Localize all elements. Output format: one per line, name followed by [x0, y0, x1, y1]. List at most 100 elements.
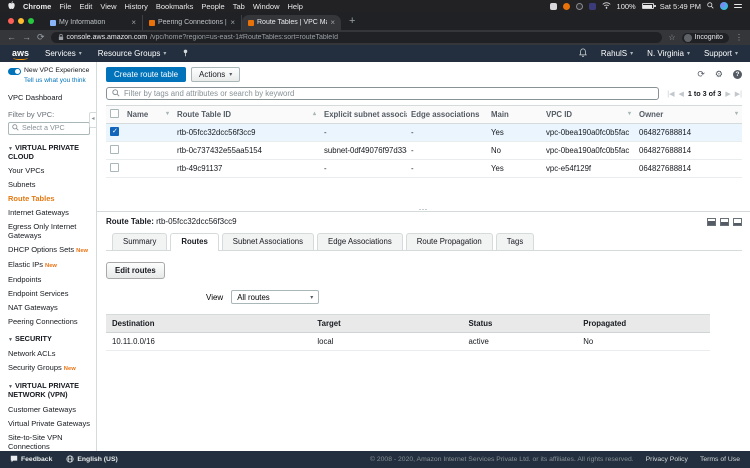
gear-icon[interactable]: ⚙: [715, 70, 723, 79]
feedback-link[interactable]: Feedback: [10, 455, 52, 465]
edit-routes-button[interactable]: Edit routes: [106, 262, 165, 279]
control-center-icon[interactable]: [734, 4, 742, 9]
drag-handle-icon[interactable]: ⋯: [419, 204, 429, 215]
help-icon[interactable]: ?: [733, 70, 742, 79]
sidebar-item-endpoints[interactable]: Endpoints: [8, 275, 92, 284]
terms-of-use-link[interactable]: Terms of Use: [700, 456, 740, 463]
browser-menu-icon[interactable]: ⋮: [735, 33, 743, 42]
col-vpc-id[interactable]: VPC ID▾: [542, 106, 635, 124]
sidebar-collapse-handle[interactable]: ◂: [89, 112, 96, 128]
col-main[interactable]: Main: [487, 106, 542, 124]
browser-tab-peering-connections[interactable]: Peering Connections | VPC Ma ×: [143, 15, 242, 30]
menu-window[interactable]: Window: [253, 2, 280, 11]
table-row[interactable]: rtb-0c737432e55aa5154 subnet-0df49076f97…: [106, 142, 742, 160]
sidebar-item-subnets[interactable]: Subnets: [8, 180, 92, 189]
wifi-icon[interactable]: [602, 2, 611, 11]
menu-edit[interactable]: Edit: [79, 2, 92, 11]
menu-tab[interactable]: Tab: [233, 2, 245, 11]
menubar-app-icon-3[interactable]: [576, 3, 583, 10]
address-bar[interactable]: console.aws.amazon.com/vpc/home?region=u…: [51, 32, 663, 43]
row-checkbox[interactable]: [110, 163, 119, 172]
tab-subnet-associations[interactable]: Subnet Associations: [222, 233, 314, 250]
menu-history[interactable]: History: [125, 2, 148, 11]
sidebar-item-virtual-private-gateways[interactable]: Virtual Private Gateways: [8, 419, 92, 428]
sidebar-item-site-to-site-vpn-connections[interactable]: Site-to-Site VPN Connections: [8, 433, 92, 451]
tab-routes[interactable]: Routes: [170, 233, 218, 251]
sidebar-item-route-tables[interactable]: Route Tables: [8, 194, 92, 203]
reload-icon[interactable]: ⟳: [37, 33, 45, 42]
sidebar-item-network-acls[interactable]: Network ACLs: [8, 349, 92, 358]
sidebar-item-internet-gateways[interactable]: Internet Gateways: [8, 208, 92, 217]
tab-edge-associations[interactable]: Edge Associations: [317, 233, 403, 250]
sidebar-item-security-groups[interactable]: Security GroupsNew: [8, 363, 92, 373]
tell-us-link[interactable]: Tell us what you think: [24, 77, 92, 85]
menu-view[interactable]: View: [100, 2, 116, 11]
close-tab-icon[interactable]: ×: [131, 18, 136, 27]
sidebar-item-dhcp-options-sets[interactable]: DHCP Options SetsNew: [8, 245, 92, 255]
table-row[interactable]: rtb-49c91137 - - Yes vpc-e54f129f 064827…: [106, 160, 742, 178]
browser-tab-my-information[interactable]: My Information ×: [44, 15, 143, 30]
menubar-app-icon-2[interactable]: [563, 3, 570, 10]
select-vpc-input[interactable]: Select a VPC: [8, 122, 90, 135]
menu-chrome[interactable]: Chrome: [23, 2, 51, 11]
back-icon[interactable]: ←: [7, 33, 16, 42]
nav-region[interactable]: N. Virginia ▾: [647, 49, 690, 58]
menubar-app-icon-4[interactable]: [589, 3, 596, 10]
close-tab-icon[interactable]: ×: [330, 18, 335, 27]
bookmark-star-icon[interactable]: ☆: [668, 33, 675, 42]
create-route-table-button[interactable]: Create route table: [106, 67, 186, 82]
privacy-policy-link[interactable]: Privacy Policy: [646, 456, 688, 463]
col-route-table-id[interactable]: Route Table ID▴: [173, 106, 320, 124]
view-dropdown[interactable]: All routes ▾: [231, 290, 319, 304]
layout-bottom-pane-icon[interactable]: [707, 218, 716, 226]
menu-bookmarks[interactable]: Bookmarks: [156, 2, 194, 11]
layout-hide-pane-icon[interactable]: [733, 218, 742, 226]
tab-tags[interactable]: Tags: [496, 233, 534, 250]
col-owner[interactable]: Owner▾: [635, 106, 742, 124]
sidebar-item-nat-gateways[interactable]: NAT Gateways: [8, 303, 92, 312]
new-vpc-experience-toggle[interactable]: New VPC Experience: [8, 67, 92, 75]
cell-vpc-link[interactable]: vpc-0bea190a0fc0b5fac: [542, 142, 635, 160]
spotlight-icon[interactable]: [707, 2, 714, 11]
col-explicit-subnet-association[interactable]: Explicit subnet association: [320, 106, 407, 124]
nav-support[interactable]: Support ▾: [704, 49, 738, 58]
siri-icon[interactable]: [720, 2, 728, 10]
next-page-icon[interactable]: ▶: [725, 90, 730, 98]
sidebar-item-vpc-dashboard[interactable]: VPC Dashboard: [8, 93, 92, 102]
nav-services[interactable]: Services ▾: [45, 49, 82, 58]
route-row[interactable]: 10.11.0.0/16 local active No: [106, 333, 710, 351]
nav-resource-groups[interactable]: Resource Groups ▾: [98, 49, 167, 58]
menu-help[interactable]: Help: [288, 2, 303, 11]
actions-button[interactable]: Actions ▾: [191, 67, 240, 82]
sidebar-item-your-vpcs[interactable]: Your VPCs: [8, 166, 92, 175]
minimize-window-button[interactable]: [18, 18, 24, 24]
sidebar-item-elastic-ips[interactable]: Elastic IPsNew: [8, 260, 92, 270]
row-checkbox[interactable]: [110, 145, 119, 154]
language-selector[interactable]: English (US): [66, 455, 117, 465]
sidebar-item-peering-connections[interactable]: Peering Connections: [8, 317, 92, 326]
nav-user[interactable]: RahulS ▾: [601, 49, 633, 58]
section-security[interactable]: ▼SECURITY: [8, 335, 92, 344]
menubar-app-icon-1[interactable]: [550, 3, 557, 10]
layout-split-pane-icon[interactable]: [720, 218, 729, 226]
cell-vpc-link[interactable]: vpc-e54f129f: [542, 160, 635, 178]
cell-vpc-link[interactable]: vpc-0bea190a0fc0b5fac: [542, 124, 635, 142]
browser-tab-route-tables[interactable]: Route Tables | VPC Managem ×: [242, 15, 341, 30]
bell-icon[interactable]: [579, 48, 587, 59]
menu-file[interactable]: File: [59, 2, 71, 11]
last-page-icon[interactable]: ▶|: [735, 90, 742, 98]
aws-logo[interactable]: aws: [12, 48, 29, 59]
refresh-icon[interactable]: ⟳: [697, 70, 705, 79]
tab-route-propagation[interactable]: Route Propagation: [406, 233, 493, 250]
sidebar-item-endpoint-services[interactable]: Endpoint Services: [8, 289, 92, 298]
forward-icon[interactable]: →: [22, 33, 31, 42]
pin-icon[interactable]: [182, 49, 189, 59]
menu-people[interactable]: People: [201, 2, 224, 11]
table-row[interactable]: rtb-05fcc32dcc56f3cc9 - - Yes vpc-0bea19…: [106, 124, 742, 142]
close-tab-icon[interactable]: ×: [230, 18, 235, 27]
sidebar-item-customer-gateways[interactable]: Customer Gateways: [8, 405, 92, 414]
apple-icon[interactable]: [8, 1, 15, 12]
maximize-window-button[interactable]: [28, 18, 34, 24]
col-edge-associations[interactable]: Edge associations: [407, 106, 487, 124]
prev-page-icon[interactable]: ◀: [678, 90, 683, 98]
